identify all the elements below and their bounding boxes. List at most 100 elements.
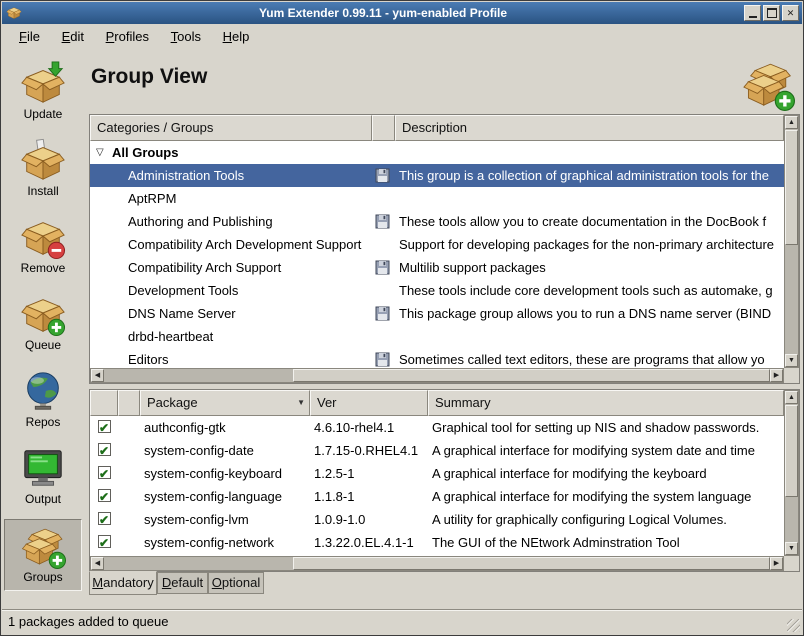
vertical-scrollbar[interactable]: ▲ ▼ [784, 115, 799, 368]
package-summary-cell: A utility for graphically configuring Lo… [432, 508, 782, 531]
group-row[interactable]: Editors Sometimes called text editors, t… [90, 348, 784, 368]
menu-tools[interactable]: Tools [162, 24, 210, 50]
sort-descending-icon: ▼ [297, 391, 305, 415]
menu-edit[interactable]: Edit [53, 24, 93, 50]
group-description: Support for developing packages for the … [399, 233, 782, 256]
package-checkbox[interactable]: ✔ [98, 535, 111, 548]
close-button[interactable]: ✕ [782, 5, 799, 21]
column-header-categories[interactable]: Categories / Groups [90, 115, 372, 141]
package-row[interactable]: ✔ system-config-keyboard 1.2.5-1 A graph… [90, 462, 784, 485]
sidebar-item-output[interactable]: Output [4, 442, 82, 506]
horizontal-scrollbar[interactable]: ◀ ▶ [90, 368, 784, 383]
package-version-cell: 1.1.8-1 [314, 485, 354, 508]
package-summary-cell: A graphical interface for modifying the … [432, 485, 782, 508]
group-description: Multilib support packages [399, 256, 782, 279]
sidebar-item-queue[interactable]: Queue [4, 288, 82, 352]
scrollbar-thumb[interactable] [785, 405, 798, 497]
expander-open-icon[interactable]: ▽ [96, 141, 104, 164]
resize-grip[interactable] [787, 619, 800, 632]
scroll-right-button[interactable]: ▶ [770, 369, 783, 382]
window-title: Yum Extender 0.99.11 - yum-enabled Profi… [22, 6, 744, 20]
column-header-description[interactable]: Description [395, 115, 784, 141]
package-checkbox[interactable]: ✔ [98, 420, 111, 433]
package-row[interactable]: ✔ system-config-network 1.3.22.0.EL.4.1-… [90, 531, 784, 554]
sidebar-item-update[interactable]: Update [4, 57, 82, 121]
sidebar-label: Remove [4, 261, 82, 275]
package-checkbox[interactable]: ✔ [98, 466, 111, 479]
titlebar[interactable]: Yum Extender 0.99.11 - yum-enabled Profi… [2, 2, 802, 24]
group-row-all-groups[interactable]: ▽ All Groups [90, 141, 784, 164]
menu-help[interactable]: Help [214, 24, 259, 50]
output-monitor-icon [20, 445, 66, 491]
group-row[interactable]: drbd-heartbeat [90, 325, 784, 348]
group-row[interactable]: AptRPM [90, 187, 784, 210]
scroll-right-button[interactable]: ▶ [770, 557, 783, 570]
groups-icon [20, 523, 66, 569]
app-icon [6, 5, 22, 21]
sidebar-label: Queue [4, 338, 82, 352]
install-icon [20, 137, 66, 183]
scroll-left-button[interactable]: ◀ [91, 557, 104, 570]
package-checkbox[interactable]: ✔ [98, 489, 111, 502]
column-header-ver[interactable]: Ver [310, 390, 428, 416]
column-header-package[interactable]: Package ▼ [140, 390, 310, 416]
column-header-blank[interactable] [118, 390, 140, 416]
minimize-button[interactable] [744, 5, 761, 21]
group-row[interactable]: Compatibility Arch Development Support S… [90, 233, 784, 256]
package-name-cell: system-config-network [144, 531, 274, 554]
menu-profiles[interactable]: Profiles [97, 24, 158, 50]
scroll-up-button[interactable]: ▲ [785, 116, 798, 129]
package-row[interactable]: ✔ system-config-date 1.7.15-0.RHEL4.1 A … [90, 439, 784, 462]
package-row[interactable]: ✔ system-config-language 1.1.8-1 A graph… [90, 485, 784, 508]
tab-default[interactable]: Default [157, 572, 208, 594]
column-header-blank[interactable] [90, 390, 118, 416]
sidebar-label: Repos [4, 415, 82, 429]
check-icon: ✔ [99, 509, 109, 532]
tab-optional[interactable]: Optional [208, 572, 264, 594]
sidebar-item-install[interactable]: Install [4, 134, 82, 198]
package-checkbox[interactable]: ✔ [98, 443, 111, 456]
tab-mandatory[interactable]: Mandatory [89, 571, 157, 595]
package-summary-cell: A graphical interface for modifying the … [432, 462, 782, 485]
floppy-icon [375, 352, 390, 367]
column-header-summary[interactable]: Summary [428, 390, 784, 416]
group-row[interactable]: Administration Tools This group is a col… [90, 164, 784, 187]
scrollbar-thumb[interactable] [785, 130, 798, 245]
sidebar-item-remove[interactable]: Remove [4, 211, 82, 275]
scrollbar-thumb[interactable] [293, 369, 770, 382]
group-description: These tools include core development too… [399, 279, 782, 302]
column-header-blank[interactable] [372, 115, 395, 141]
floppy-icon [375, 306, 390, 321]
menu-file[interactable]: File [10, 24, 49, 50]
scroll-down-button[interactable]: ▼ [785, 542, 798, 555]
sidebar-item-groups[interactable]: Groups [4, 519, 82, 591]
group-name: DNS Name Server [128, 302, 236, 325]
sidebar-item-repos[interactable]: Repos [4, 365, 82, 429]
scroll-up-button[interactable]: ▲ [785, 391, 798, 404]
group-row[interactable]: DNS Name Server This package group allow… [90, 302, 784, 325]
horizontal-scrollbar[interactable]: ◀ ▶ [90, 556, 784, 571]
group-row[interactable]: Authoring and Publishing These tools all… [90, 210, 784, 233]
group-root-name: All Groups [112, 141, 178, 164]
group-row[interactable]: Development Tools These tools include co… [90, 279, 784, 302]
package-version-cell: 1.7.15-0.RHEL4.1 [314, 439, 418, 462]
package-summary-cell: A graphical interface for modifying syst… [432, 439, 782, 462]
scroll-left-button[interactable]: ◀ [91, 369, 104, 382]
scrollbar-corner [784, 368, 799, 383]
package-name-cell: system-config-keyboard [144, 462, 282, 485]
package-row[interactable]: ✔ system-config-lvm 1.0.9-1.0 A utility … [90, 508, 784, 531]
package-version-cell: 1.2.5-1 [314, 462, 354, 485]
vertical-scrollbar[interactable]: ▲ ▼ [784, 390, 799, 556]
scrollbar-thumb[interactable] [293, 557, 770, 570]
package-row[interactable]: ✔ authconfig-gtk 4.6.10-rhel4.1 Graphica… [90, 416, 784, 439]
group-name: Compatibility Arch Support [128, 256, 281, 279]
package-version-cell: 4.6.10-rhel4.1 [314, 416, 394, 439]
maximize-button[interactable] [763, 5, 780, 21]
menubar: File Edit Profiles Tools Help [2, 24, 802, 50]
sidebar-label: Install [4, 184, 82, 198]
scroll-down-button[interactable]: ▼ [785, 354, 798, 367]
group-row[interactable]: Compatibility Arch Support Multilib supp… [90, 256, 784, 279]
packages-table: Package ▼ Ver Summary ✔ authconfig-gtk 4… [89, 389, 800, 572]
minimize-icon [749, 16, 757, 18]
package-checkbox[interactable]: ✔ [98, 512, 111, 525]
